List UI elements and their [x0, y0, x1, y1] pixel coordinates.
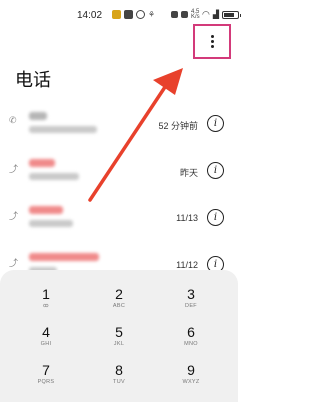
more-options-button[interactable]: [193, 24, 231, 59]
person-notification-icon: ⚘: [148, 9, 156, 19]
network-speed: 4.5 K/s: [191, 8, 200, 20]
more-vertical-icon: [210, 35, 214, 48]
dialpad-key-5[interactable]: 5 JKL: [89, 324, 149, 348]
call-info-button[interactable]: i: [207, 209, 224, 226]
key-letters: JKL: [113, 341, 125, 347]
key-letters: DEF: [185, 303, 197, 309]
page-title: 电话: [15, 70, 51, 90]
key-letters: TUV: [113, 379, 125, 385]
message-notification-icon: [124, 9, 133, 19]
call-log-row[interactable]: ✆ 52 分钟前 i: [0, 102, 238, 149]
contact-name-redacted: [29, 253, 99, 261]
key-digit: 5: [115, 324, 123, 340]
outgoing-call-icon: ⤴: [9, 164, 19, 174]
key-digit: 6: [187, 324, 195, 340]
call-time: 11/13: [176, 213, 198, 223]
key-letters: ABC: [112, 303, 126, 309]
key-digit: 8: [115, 362, 123, 378]
incoming-call-icon: ✆: [9, 115, 17, 125]
dialpad-key-7[interactable]: 7 PQRS: [16, 362, 76, 386]
dialpad-key-9[interactable]: 9 WXYZ: [161, 362, 221, 386]
call-log-list: ✆52 分钟前i⤴昨天i⤴11/13i⤴中化 电信11/12i: [0, 102, 238, 290]
key-digit: 1: [42, 286, 50, 302]
nfc-icon: [171, 11, 178, 18]
key-digit: 2: [115, 286, 123, 302]
key-digit: 9: [187, 362, 195, 378]
call-log-row[interactable]: ⤴ 昨天 i: [0, 149, 238, 196]
key-digit: 7: [42, 362, 50, 378]
call-detail-redacted: [29, 220, 73, 227]
vibrate-icon: [181, 11, 188, 18]
notification-icons: ⚘: [112, 9, 155, 19]
call-detail-redacted: [29, 173, 79, 180]
call-time: 昨天: [179, 168, 198, 178]
key-letters: WXYZ: [182, 379, 200, 385]
status-time: 14:02: [77, 10, 103, 21]
call-info-button[interactable]: i: [207, 115, 224, 132]
key-letters: PQRS: [37, 379, 55, 385]
call-time: 11/12: [176, 260, 198, 270]
outgoing-call-icon: ⤴: [9, 211, 19, 221]
dialpad-key-2[interactable]: 2 ABC: [89, 286, 149, 310]
dialpad: 1 ꝏ 2 ABC 3 DEF 4 GHI 5 JKL 6 MNO 7 PQRS 8 TUV 9 WXYZ: [0, 270, 238, 402]
outgoing-call-icon: ⤴: [9, 258, 19, 268]
contact-name-redacted: [29, 206, 63, 214]
key-digit: 4: [42, 324, 50, 340]
call-info-button[interactable]: i: [207, 162, 224, 179]
dialpad-key-6[interactable]: 6 MNO: [161, 324, 221, 348]
key-letters: GHI: [40, 341, 52, 347]
dialpad-key-4[interactable]: 4 GHI: [16, 324, 76, 348]
call-log-row[interactable]: ⤴ 11/13 i: [0, 196, 238, 243]
signal-icon: ▟: [212, 10, 220, 19]
dialpad-key-3[interactable]: 3 DEF: [161, 286, 221, 310]
key-letters: ꝏ: [43, 303, 49, 309]
battery-icon: [222, 10, 242, 19]
dialpad-key-1[interactable]: 1ꝏ: [16, 286, 76, 310]
dialpad-key-8[interactable]: 8 TUV: [89, 362, 149, 386]
contact-name-redacted: [29, 159, 55, 167]
app-notification-icon: [112, 9, 121, 19]
key-digit: 3: [187, 286, 195, 302]
wifi-icon: ◠: [202, 9, 210, 19]
key-letters: MNO: [184, 341, 198, 347]
call-time: 52 分钟前: [158, 121, 198, 131]
call-detail-redacted: [29, 126, 97, 133]
system-status-icons: 4.5 K/s ◠ ▟: [171, 8, 242, 20]
sync-notification-icon: [136, 9, 145, 19]
contact-name-redacted: [29, 112, 47, 120]
